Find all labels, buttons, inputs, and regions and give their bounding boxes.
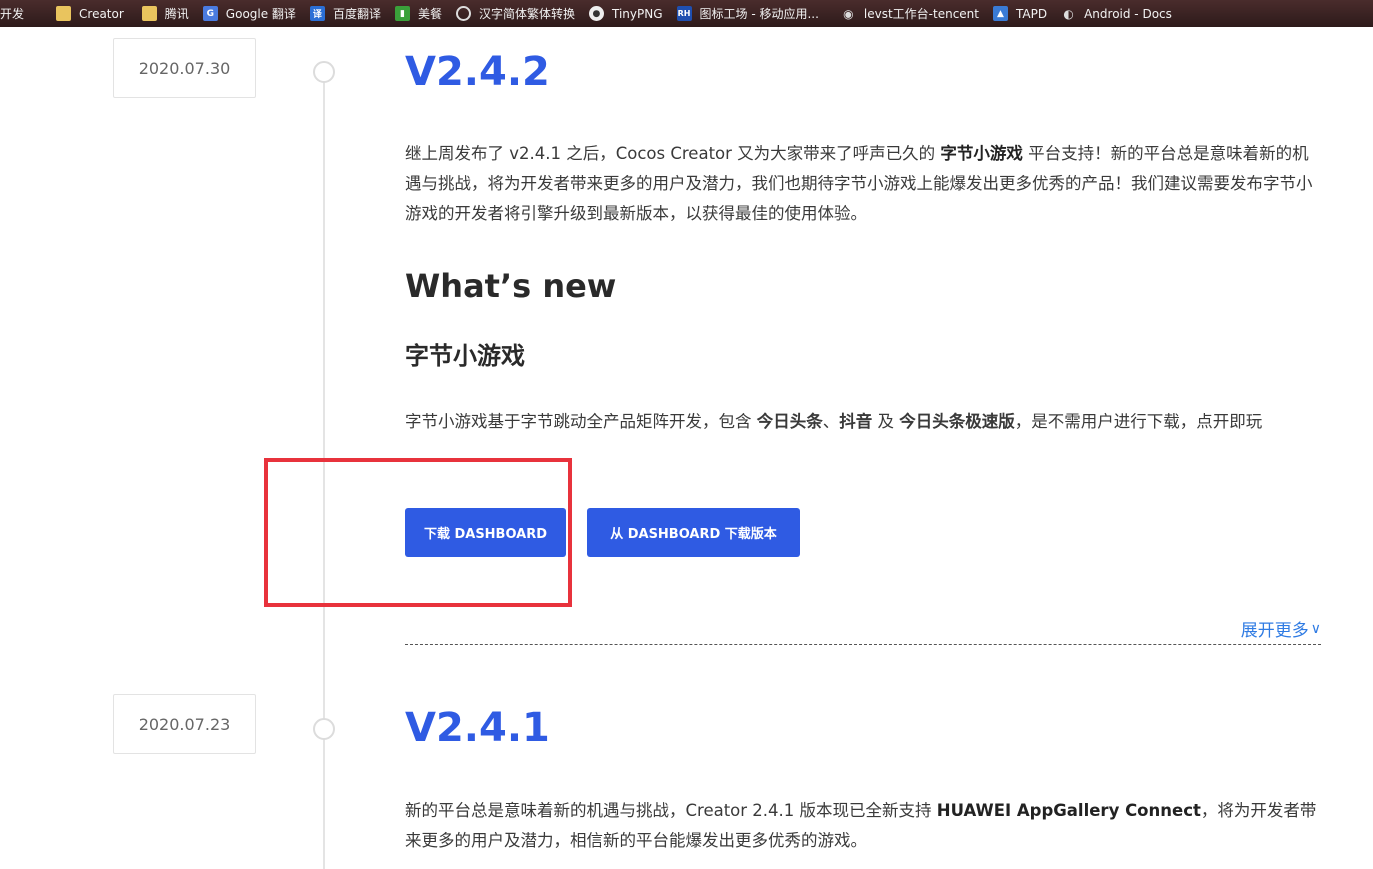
bookmark-label: Google 翻译 <box>225 7 296 21</box>
bookmark-label: 腾讯 <box>164 7 189 21</box>
bold-text: 今日头条 <box>756 412 823 431</box>
release-date: 2020.07.30 <box>113 38 256 98</box>
bookmark-label: 图标工场 - 移动应用... <box>699 7 819 21</box>
timeline-dot <box>313 61 335 83</box>
folder-icon <box>56 6 72 21</box>
eye-icon: ◉ <box>843 6 854 21</box>
bookmark-google-translate[interactable]: G Google 翻译 <box>202 0 296 27</box>
timeline-line <box>323 72 325 869</box>
bookmark-levst[interactable]: ◉ levst工作台-tencent <box>841 0 979 27</box>
bookmark-label: 汉字简体繁体转换 <box>478 7 575 21</box>
meican-icon: ▮ <box>394 6 410 21</box>
android-icon: ◐ <box>1063 6 1074 21</box>
section-divider <box>405 644 1321 645</box>
text: 新的平台总是意味着新的机遇与挑战，Creator 2.4.1 版本现已全新支持 <box>405 801 937 820</box>
fade-mask <box>400 433 1330 453</box>
panda-icon: ● <box>588 6 604 21</box>
bookmark-label: TinyPNG <box>611 6 663 21</box>
bookmark-tencent[interactable]: 腾讯 <box>141 0 189 27</box>
baidu-translate-icon: 译 <box>309 6 325 21</box>
text: ，是不需用户进行下载，点开即玩 <box>1014 412 1263 431</box>
bookmark-meican[interactable]: ▮ 美餐 <box>394 0 442 27</box>
release-date-text: 2020.07.30 <box>138 58 231 78</box>
bookmark-baidu-translate[interactable]: 译 百度翻译 <box>309 0 381 27</box>
bookmark-tinypng[interactable]: ● TinyPNG <box>588 0 663 27</box>
text: 及 <box>872 412 900 431</box>
text: 、 <box>822 412 840 431</box>
bookmark-dev[interactable]: 开发 <box>0 0 24 27</box>
bold-text: 今日头条极速版 <box>899 412 1015 431</box>
bookmark-icon-factory[interactable]: RH 图标工场 - 移动应用... <box>676 0 819 27</box>
globe-icon <box>455 6 471 21</box>
release-date-text: 2020.07.23 <box>138 714 231 734</box>
version-title[interactable]: V2.4.1 <box>405 708 550 748</box>
release-intro: 新的平台总是意味着新的机遇与挑战，Creator 2.4.1 版本现已全新支持 … <box>405 796 1325 856</box>
whats-new-heading: What’s new <box>405 267 617 305</box>
timeline-dot <box>313 718 335 740</box>
bookmark-label: 开发 <box>0 7 25 21</box>
download-dashboard-button[interactable]: 下载 DASHBOARD <box>405 508 566 557</box>
folder-icon <box>141 6 157 21</box>
bold-text: 字节小游戏 <box>940 144 1023 163</box>
bookmark-label: levst工作台-tencent <box>863 7 979 21</box>
bookmarks-bar: 开发 Creator 腾讯 G Google 翻译 译 百度翻译 ▮ 美餐 汉字… <box>0 0 1373 27</box>
bookmark-android-docs[interactable]: ◐ Android - Docs <box>1061 0 1172 27</box>
bookmark-hanzi-convert[interactable]: 汉字简体繁体转换 <box>455 0 575 27</box>
bookmark-tapd[interactable]: ▲ TAPD <box>993 0 1047 27</box>
google-translate-icon: G <box>202 6 218 21</box>
version-title[interactable]: V2.4.2 <box>405 52 550 92</box>
bookmark-label: 百度翻译 <box>332 7 381 21</box>
bold-text: HUAWEI AppGallery Connect <box>936 801 1201 820</box>
text: 字节小游戏基于字节跳动全产品矩阵开发，包含 <box>405 412 757 431</box>
expand-more-link[interactable]: 展开更多 ∨ <box>1240 616 1321 642</box>
bookmark-label: Android - Docs <box>1084 6 1172 21</box>
release-date: 2020.07.23 <box>113 694 256 754</box>
text: 继上周发布了 v2.4.1 之后，Cocos Creator 又为大家带来了呼声… <box>405 144 941 163</box>
tapd-icon: ▲ <box>993 6 1008 21</box>
bookmark-label: TAPD <box>1016 6 1048 21</box>
bookmark-label: 美餐 <box>417 7 442 21</box>
release-intro: 继上周发布了 v2.4.1 之后，Cocos Creator 又为大家带来了呼声… <box>405 139 1325 229</box>
bookmark-label: Creator <box>79 6 124 21</box>
bold-text: 抖音 <box>839 412 873 431</box>
chevron-down-icon: ∨ <box>1310 620 1321 637</box>
download-from-dashboard-button[interactable]: 从 DASHBOARD 下载版本 <box>587 508 800 557</box>
section-heading: 字节小游戏 <box>405 342 525 370</box>
expand-more-label: 展开更多 <box>1240 621 1309 641</box>
bookmark-creator[interactable]: Creator <box>56 0 124 27</box>
rh-icon: RH <box>676 6 692 21</box>
